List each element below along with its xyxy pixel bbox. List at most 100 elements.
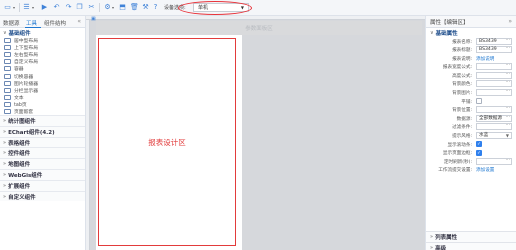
property-link[interactable]: 添加说明 — [476, 56, 494, 62]
layout-icon — [4, 45, 11, 51]
tab-data-source[interactable]: 数据源 — [3, 19, 20, 27]
property-input[interactable]: ⋯ — [476, 123, 512, 131]
more-icon[interactable]: ⋯ — [506, 115, 511, 121]
property-input[interactable]: 全部数据源 ⋯ — [476, 114, 512, 122]
settings-icon[interactable]: ⚒ — [141, 3, 150, 12]
menu-icon[interactable]: ☰ — [22, 3, 31, 12]
chevron-right-icon: » — [3, 171, 7, 178]
list-item[interactable]: tab页 — [0, 101, 85, 108]
left-tabs: 数据源 工具 组件结构 « — [0, 16, 85, 28]
device-option-select[interactable]: 单机 ▼ — [193, 3, 249, 12]
group-header-custom[interactable]: » 自定义组件 — [0, 190, 85, 202]
group-label: 统计图组件 — [8, 118, 36, 125]
list-item[interactable]: 自定义布局 — [0, 58, 85, 65]
group-header-controls[interactable]: » 控件组件 — [0, 147, 85, 159]
property-input[interactable]: ⋯ — [476, 80, 512, 88]
advanced-header[interactable]: » 高级 — [426, 242, 516, 250]
property-input[interactable]: BS3439 ⋯ — [476, 37, 512, 45]
group-header-table[interactable]: » 表格组件 — [0, 136, 85, 148]
chevron-down-icon[interactable]: ▼ — [506, 133, 509, 139]
property-label: 显示滚动条: — [447, 142, 472, 148]
property-link[interactable]: 添加设置 — [476, 167, 494, 173]
chevron-right-icon: » — [3, 193, 7, 200]
list-item-label: 自定义布局 — [14, 60, 38, 66]
redo-icon[interactable]: ↷ — [64, 3, 73, 12]
more-icon[interactable]: ⋯ — [506, 106, 511, 112]
list-properties-header[interactable]: » 列表属性 — [426, 231, 516, 242]
group-header-webgis[interactable]: » WebGis组件 — [0, 169, 85, 180]
group-header-echart[interactable]: » EChart组件(4.2) — [0, 125, 85, 137]
section-title: 列表属性 — [435, 235, 458, 241]
collapse-right-icon[interactable]: » — [508, 18, 512, 25]
tools-caret-icon[interactable]: ▾ — [112, 5, 114, 10]
design-canvas[interactable]: ▣ 参数面板区 报表设计区 — [86, 16, 425, 250]
property-label: 报表宽度公式: — [442, 65, 472, 71]
copy-icon[interactable]: ❐ — [75, 3, 84, 12]
chevron-right-icon: » — [3, 117, 7, 124]
list-item[interactable]: 左右型布局 — [0, 51, 85, 58]
list-item[interactable]: 居中型布局 — [0, 37, 85, 44]
list-item[interactable]: 切换容器 — [0, 72, 85, 80]
list-item[interactable]: 上下型布局 — [0, 44, 85, 51]
group-header-stat-charts[interactable]: » 统计图组件 — [0, 115, 85, 126]
property-row: 显示页面边框: ✓ — [426, 149, 516, 158]
more-icon[interactable]: ⋯ — [506, 123, 511, 129]
parameter-panel-area[interactable]: 参数面板区 — [96, 21, 422, 35]
group-header-map[interactable]: » 地图组件 — [0, 158, 85, 170]
property-value: 水蓝 — [479, 133, 489, 139]
container-icon — [4, 66, 11, 72]
more-icon[interactable]: ⋯ — [506, 72, 511, 78]
more-icon[interactable]: ⋯ — [506, 89, 511, 95]
property-input[interactable]: BS3439 ⋯ — [476, 46, 512, 54]
more-icon[interactable]: ⋯ — [506, 46, 511, 52]
property-checkbox[interactable]: ✓ — [476, 141, 482, 148]
properties-list: 报表名称: BS3439 ⋯ 报表标题: BS3439 ⋯ 报表说明: 添加说明 报表宽度公式:… — [426, 37, 516, 175]
list-item[interactable]: 图片轮播器 — [0, 80, 85, 87]
group-label: 地图组件 — [8, 162, 31, 169]
property-input[interactable]: ⋯ — [476, 71, 512, 79]
list-item[interactable]: 页面嵌套 — [0, 108, 85, 115]
new-icon[interactable]: ▭ — [3, 3, 12, 12]
property-checkbox[interactable] — [476, 98, 482, 105]
property-input[interactable]: ⋯ — [476, 63, 512, 71]
undo-icon[interactable]: ↶ — [52, 3, 61, 12]
tab-component-structure[interactable]: 组件结构 — [44, 19, 66, 27]
collapse-left-icon[interactable]: « — [77, 18, 81, 25]
property-input[interactable]: ⋯ — [476, 89, 512, 97]
basic-properties-header[interactable]: ∨ 基础属性 — [426, 28, 516, 37]
list-item[interactable]: 文本 — [0, 94, 85, 101]
menu-caret-icon[interactable]: ▾ — [32, 5, 34, 10]
new-caret-icon[interactable]: ▾ — [13, 5, 15, 10]
property-row: 报表标题: BS3439 ⋯ — [426, 46, 516, 55]
list-item[interactable]: 容器 — [0, 65, 85, 72]
report-design-area[interactable]: 报表设计区 — [98, 38, 236, 246]
more-icon[interactable]: ⋯ — [506, 158, 511, 164]
list-item-label: 页面嵌套 — [14, 109, 34, 115]
property-row: 过滤条件: ⋯ — [426, 123, 516, 132]
more-icon[interactable]: ⋯ — [506, 38, 511, 44]
preview-icon[interactable]: ▶ — [40, 3, 49, 12]
property-row: 报表名称: BS3439 ⋯ — [426, 37, 516, 46]
tools-icon[interactable]: ⚙ — [103, 3, 112, 12]
group-header-extension[interactable]: » 扩展组件 — [0, 179, 85, 191]
list-item-label: 分栏显示器 — [14, 88, 38, 94]
property-input[interactable]: ⋯ — [476, 106, 512, 114]
property-checkbox[interactable]: ✓ — [476, 149, 482, 156]
property-row: 工作流提交设置: 添加设置 — [426, 166, 516, 175]
property-select[interactable]: 水蓝 ▼ — [476, 132, 512, 140]
list-item-label: 切换容器 — [14, 74, 34, 80]
list-item[interactable]: 分栏显示器 — [0, 87, 85, 94]
property-label: 背景位置: — [452, 108, 472, 114]
more-icon[interactable]: ⋯ — [506, 63, 511, 69]
properties-panel: 属性【编辑区】 » ∨ 基础属性 报表名称: BS3439 ⋯ 报表标题: BS3439… — [425, 16, 516, 250]
property-value: 全部数据源 — [479, 115, 502, 121]
more-icon[interactable]: ⋯ — [506, 80, 511, 86]
property-input[interactable]: ⋯ — [476, 157, 512, 165]
property-label: 报表标题: — [452, 48, 472, 54]
group-label: WebGis组件 — [8, 172, 43, 179]
save-icon[interactable]: ⬒ — [118, 3, 127, 12]
cut-icon[interactable]: ✂ — [87, 3, 96, 12]
delete-icon[interactable]: 🗑 — [130, 3, 139, 12]
help-icon[interactable]: ? — [151, 3, 160, 12]
basic-components-header[interactable]: ∨ 基础组件 — [0, 28, 85, 37]
